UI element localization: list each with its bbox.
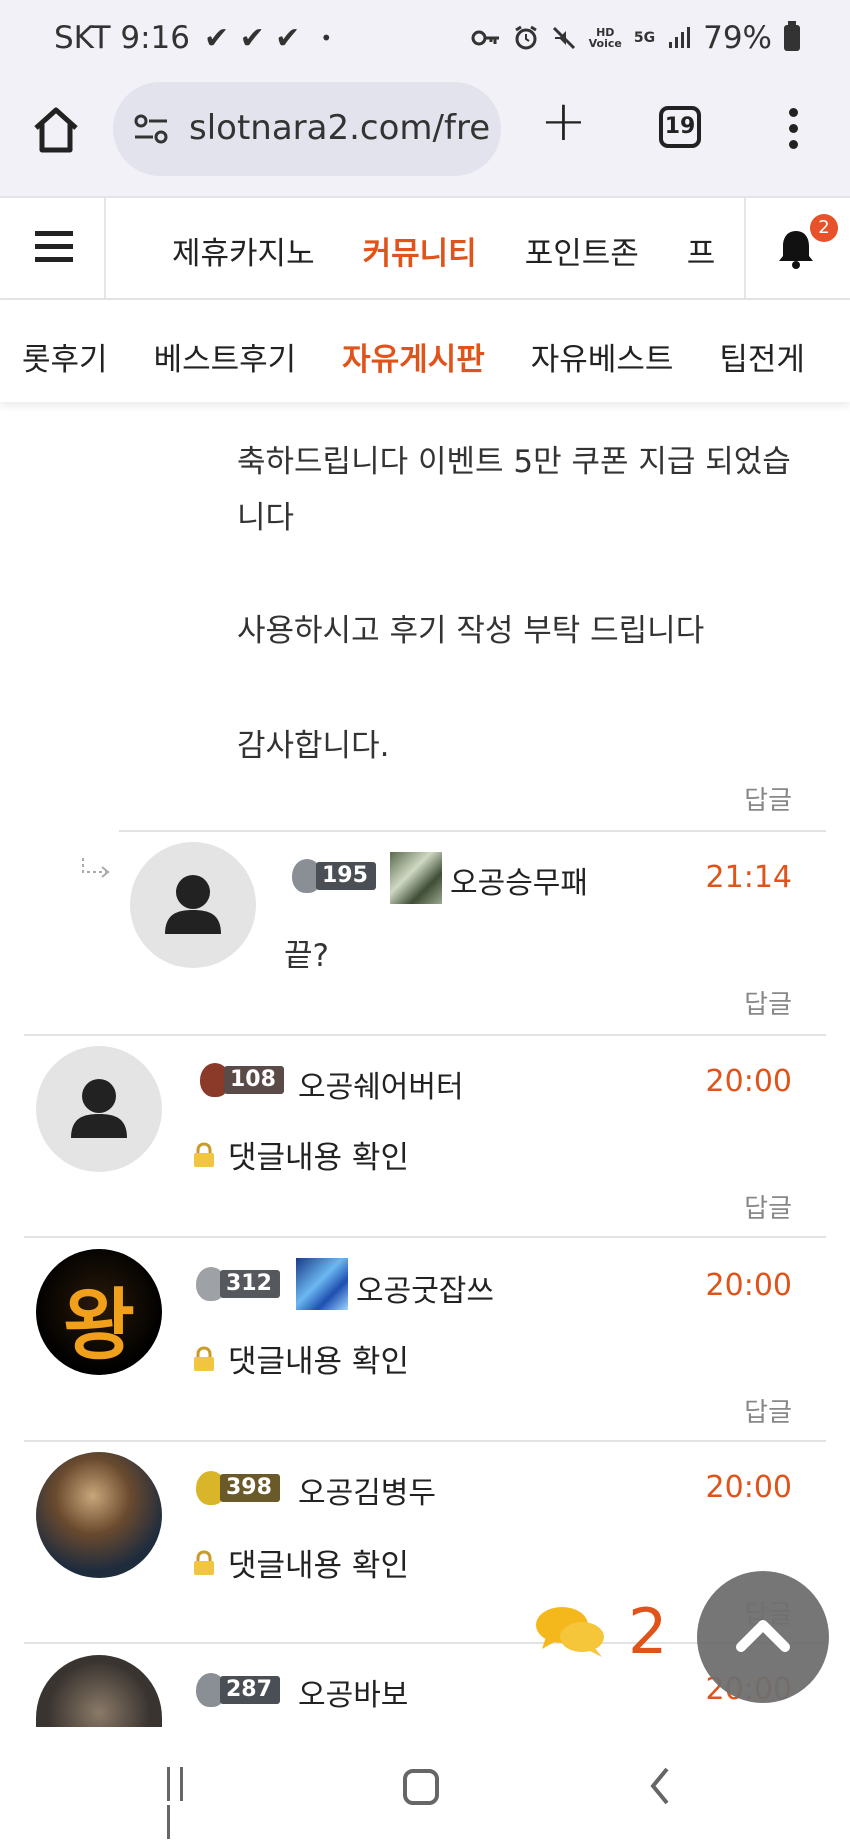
level-badge: 195 <box>292 858 376 894</box>
comment-time: 20:00 <box>705 1470 792 1505</box>
nickname[interactable]: 오공굿잡쓰 <box>356 1266 494 1310</box>
post-body-line-2: 사용하시고 후기 작성 부탁 드립니다 <box>237 613 705 649</box>
main-nav-items: 제휴카지노 커뮤니티 포인트존 프 <box>172 228 715 273</box>
nav-item-point-zone[interactable]: 포인트존 <box>525 228 639 273</box>
secret-comment-line: 댓글내용 확인 <box>190 1540 409 1585</box>
nickname[interactable]: 오공김병두 <box>298 1468 436 1512</box>
level-badge: 287 <box>196 1672 280 1708</box>
reply-link[interactable]: 답글 <box>744 1188 792 1225</box>
hamburger-menu-icon[interactable] <box>0 198 106 298</box>
level-number: 398 <box>220 1474 280 1502</box>
status-left: SKT 9:16 ✔ ✔ ✔ • <box>54 20 332 56</box>
comment-count: 2 <box>628 1595 668 1668</box>
scroll-top-button[interactable] <box>697 1571 829 1703</box>
url-bar[interactable]: slotnara2.com/fre <box>113 82 501 176</box>
avatar[interactable] <box>36 1452 162 1578</box>
level-number: 108 <box>224 1066 284 1094</box>
reply-link[interactable]: 답글 <box>744 1392 792 1429</box>
secret-comment-line: 댓글내용 확인 <box>190 1336 409 1381</box>
notification-badge: 2 <box>810 214 838 242</box>
sub-nav-item-best-review[interactable]: 베스트후기 <box>154 334 297 379</box>
comment-text[interactable]: 댓글내용 확인 <box>228 1540 409 1585</box>
level-badge: 312 <box>196 1266 280 1302</box>
signal-icon <box>669 27 691 48</box>
reply-link[interactable]: 답글 <box>744 780 792 817</box>
system-navigation-bar <box>0 1727 850 1842</box>
comment-text: 끝? <box>284 938 329 974</box>
default-user-icon <box>71 1079 127 1138</box>
divider <box>24 1440 826 1442</box>
url-text: slotnara2.com/fre <box>189 108 491 148</box>
new-tab-button[interactable]: + <box>540 94 587 150</box>
reply-link[interactable]: 답글 <box>744 984 792 1021</box>
status-right: HD Voice 5G 79% <box>471 20 800 56</box>
site-settings-icon[interactable] <box>133 112 169 146</box>
nav-item-partner-casino[interactable]: 제휴카지노 <box>172 228 315 273</box>
browser-toolbar: slotnara2.com/fre + 19 <box>0 80 850 196</box>
secret-comment-line: 댓글내용 확인 <box>190 1132 409 1177</box>
alarm-icon <box>514 25 537 50</box>
recent-apps-icon[interactable] <box>167 1767 203 1839</box>
notification-button[interactable]: 2 <box>744 198 850 298</box>
site-main-nav: 제휴카지노 커뮤니티 포인트존 프 2 <box>0 196 850 300</box>
key-icon <box>471 30 499 46</box>
sub-nav-items: 롯후기 베스트후기 자유게시판 자유베스트 팁전게 <box>22 334 805 379</box>
more-menu-icon[interactable] <box>785 108 801 152</box>
level-badge: 398 <box>196 1470 280 1506</box>
default-user-icon <box>165 875 221 934</box>
sub-nav-item-free-best[interactable]: 자유베스트 <box>531 334 674 379</box>
carrier-time: SKT 9:16 <box>54 20 191 56</box>
user-icon-thumbnail <box>296 1258 348 1310</box>
nested-reply-arrow-icon <box>82 858 110 878</box>
mute-icon <box>552 26 575 50</box>
comment-time: 21:14 <box>705 860 792 895</box>
sub-nav-item-free-board[interactable]: 자유게시판 <box>342 334 485 379</box>
chevron-up-icon <box>736 1620 790 1652</box>
comment-text[interactable]: 댓글내용 확인 <box>228 1132 409 1177</box>
avatar[interactable] <box>36 1046 162 1172</box>
bell-icon <box>779 231 813 269</box>
nav-item-community[interactable]: 커뮤니티 <box>363 228 477 273</box>
back-icon[interactable] <box>645 1765 675 1807</box>
comment-time: 20:00 <box>705 1064 792 1099</box>
lock-icon <box>194 1549 214 1575</box>
nav-item-truncated[interactable]: 프 <box>687 228 716 273</box>
sub-nav-item-tips[interactable]: 팁전게 <box>719 334 805 379</box>
dot-icon: • <box>320 26 333 50</box>
avatar[interactable]: 왕 <box>36 1249 162 1375</box>
nickname[interactable]: 오공승무패 <box>450 858 588 902</box>
comment-text[interactable]: 댓글내용 확인 <box>228 1336 409 1381</box>
sub-nav: 롯후기 베스트후기 자유게시판 자유베스트 팁전게 <box>0 300 850 402</box>
chat-bubbles-icon <box>536 1606 604 1657</box>
tab-switcher-button[interactable]: 19 <box>659 106 701 148</box>
sub-nav-item-review[interactable]: 롯후기 <box>22 334 108 379</box>
level-number: 195 <box>316 862 376 890</box>
level-number: 312 <box>220 1270 280 1298</box>
5g-icon: 5G <box>633 30 656 46</box>
divider <box>119 830 826 832</box>
status-bar: SKT 9:16 ✔ ✔ ✔ • HD Voice 5G 79% <box>0 0 850 80</box>
check-icons: ✔ ✔ ✔ <box>204 20 301 56</box>
avatar-text: 왕 <box>63 1281 135 1371</box>
avatar[interactable] <box>130 842 256 968</box>
user-icon-thumbnail <box>390 852 442 904</box>
post-body-line-3: 감사합니다. <box>237 728 390 764</box>
divider <box>24 1236 826 1238</box>
home-nav-icon[interactable] <box>403 1769 439 1805</box>
level-badge: 108 <box>200 1062 284 1098</box>
lock-icon <box>194 1141 214 1167</box>
divider <box>24 1034 826 1036</box>
level-number: 287 <box>220 1676 280 1704</box>
floating-comment-count[interactable]: 2 <box>534 1595 667 1668</box>
post-body-line-1: 축하드립니다 이벤트 5만 쿠폰 지급 되었습니다 <box>237 444 791 536</box>
avatar[interactable] <box>36 1655 162 1727</box>
comment-time: 20:00 <box>705 1268 792 1303</box>
home-icon[interactable] <box>30 104 82 156</box>
lock-icon <box>194 1345 214 1371</box>
battery-icon <box>784 21 800 51</box>
nickname[interactable]: 오공바보 <box>298 1670 408 1714</box>
nickname[interactable]: 오공쉐어버터 <box>298 1062 464 1106</box>
hd-voice-icon: HD Voice <box>588 26 622 50</box>
battery-percent: 79% <box>703 20 772 56</box>
